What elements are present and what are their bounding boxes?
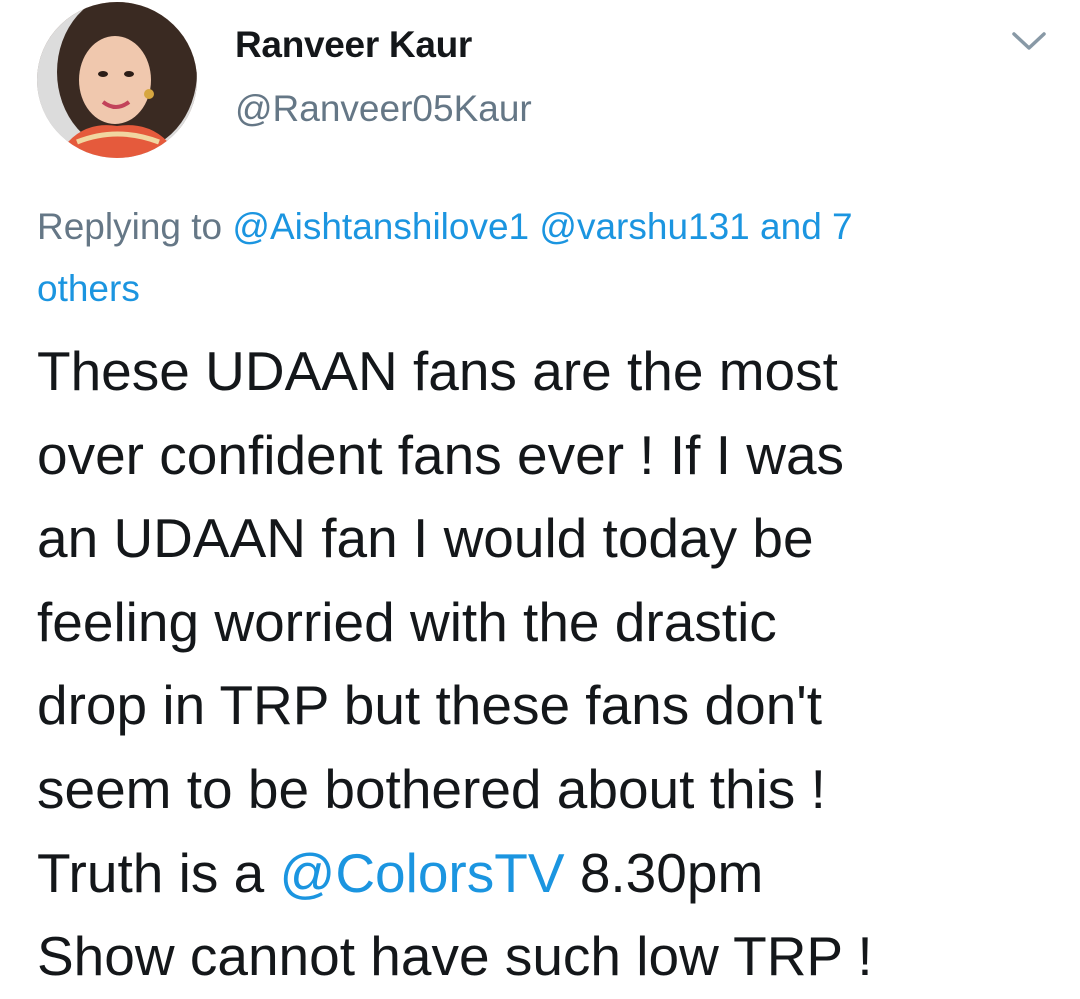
- replying-to-label: Replying to: [37, 206, 223, 247]
- tweet-text-line: an UDAAN fan I would today be: [37, 507, 814, 570]
- author-avatar[interactable]: [37, 2, 197, 158]
- tweet-text-line: Show cannot have such low TRP !: [37, 925, 873, 988]
- reply-others-count: and 7: [760, 206, 853, 247]
- replying-to-line: Replying to @Aishtanshilove1 @varshu131 …: [37, 196, 1037, 320]
- tweet-text-line: drop in TRP but these fans don't: [37, 674, 823, 737]
- tweet-text-line: feeling worried with the drastic: [37, 590, 777, 653]
- tweet-menu-button[interactable]: [1006, 22, 1052, 58]
- tweet-body: These UDAAN fans are the most over confi…: [37, 330, 1047, 999]
- tweet-text-line: These UDAAN fans are the most: [37, 340, 838, 402]
- author-handle[interactable]: @Ranveer05Kaur: [235, 88, 532, 130]
- reply-mention-link[interactable]: @varshu131: [539, 206, 749, 247]
- author-display-name[interactable]: Ranveer Kaur: [235, 24, 472, 66]
- profile-photo-avatar-icon: [37, 2, 197, 158]
- tweet-text-line: seem to be bothered about this !: [37, 757, 826, 820]
- reply-others-label: others: [37, 268, 140, 309]
- tweet-text-line: over confident fans ever ! If I was: [37, 423, 845, 486]
- tweet-text-segment: 8.30pm: [579, 841, 764, 904]
- tweet-text-segment: Truth is a: [37, 841, 265, 904]
- colorstv-mention-link[interactable]: @ColorsTV: [279, 842, 564, 904]
- chevron-down-icon: [1012, 32, 1046, 50]
- tweet-text-line: Truth is a @ColorsTV 8.30pm: [37, 832, 1047, 916]
- tweet-card: Ranveer Kaur @Ranveer05Kaur Replying to …: [0, 0, 1080, 995]
- reply-mention-link[interactable]: @Aishtanshilove1: [232, 206, 529, 247]
